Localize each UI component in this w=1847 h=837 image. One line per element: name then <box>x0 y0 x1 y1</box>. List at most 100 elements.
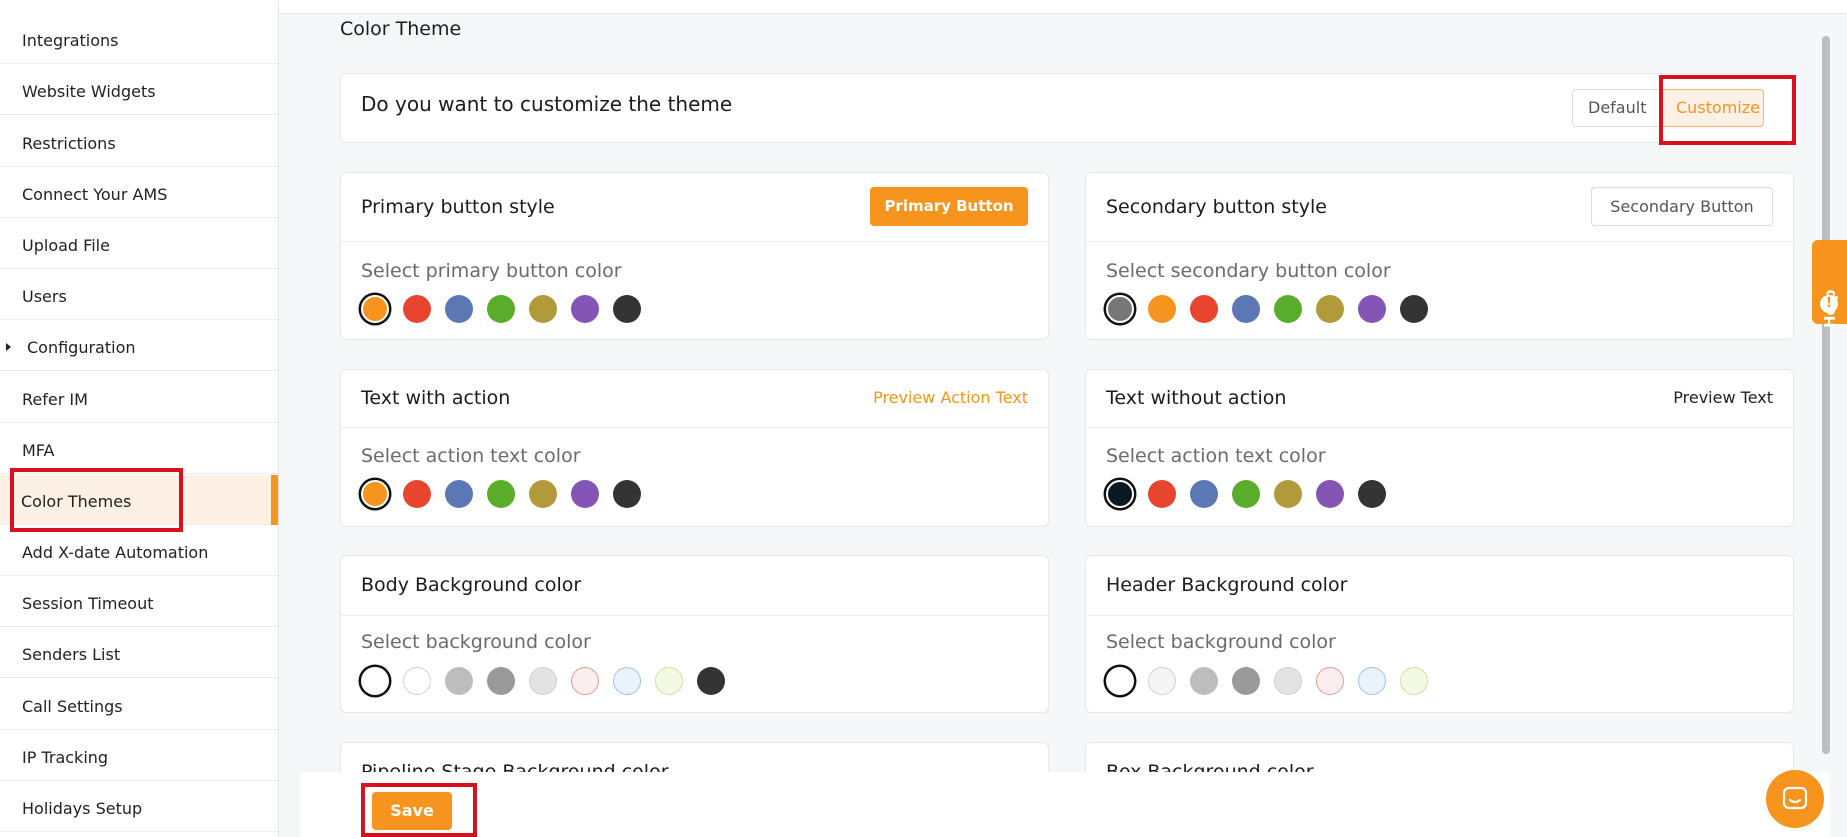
card-title: Primary button style <box>361 196 555 218</box>
primary-button-card: Primary button style Primary Button Sele… <box>340 172 1049 340</box>
color-swatch[interactable] <box>697 667 725 695</box>
sidebar-item-label: Integrations <box>22 31 119 50</box>
color-swatch[interactable] <box>571 667 599 695</box>
color-swatch[interactable] <box>445 667 473 695</box>
color-swatch[interactable] <box>1148 480 1176 508</box>
color-swatch[interactable] <box>487 295 515 323</box>
select-color-label: Select background color <box>1106 631 1336 653</box>
color-swatch[interactable] <box>1148 295 1176 323</box>
sidebar-item-restrictions[interactable]: Restrictions <box>0 117 278 167</box>
sidebar-item-label: Add X-date Automation <box>22 543 209 562</box>
active-indicator <box>271 475 278 525</box>
color-swatch[interactable] <box>1316 295 1344 323</box>
sidebar-item-mfa[interactable]: MFA <box>0 424 278 474</box>
sidebar-item-label: Refer IM <box>22 390 88 409</box>
sidebar-item-label: Restrictions <box>22 134 116 153</box>
text-without-action-card: Text without action Preview Text Select … <box>1085 369 1794 527</box>
color-swatch[interactable] <box>403 295 431 323</box>
color-swatch[interactable] <box>1190 295 1218 323</box>
select-color-label: Select primary button color <box>361 260 622 282</box>
sidebar-item-label: Senders List <box>22 645 121 664</box>
header-background-card: Header Background color Select backgroun… <box>1085 555 1794 713</box>
sidebar-item-refer-im[interactable]: Refer IM <box>0 373 278 423</box>
color-swatch[interactable] <box>1232 295 1260 323</box>
sidebar-item-configuration[interactable]: Configuration <box>0 321 278 371</box>
card-header: Primary button style Primary Button <box>341 173 1048 242</box>
color-swatch[interactable] <box>1190 667 1218 695</box>
color-swatch[interactable] <box>1232 667 1260 695</box>
color-swatch[interactable] <box>1274 480 1302 508</box>
color-swatch[interactable] <box>1190 480 1218 508</box>
color-swatch[interactable] <box>1274 295 1302 323</box>
card-header: Secondary button style Secondary Button <box>1086 173 1793 242</box>
color-swatch[interactable] <box>613 480 641 508</box>
color-swatch[interactable] <box>487 667 515 695</box>
preview-text: Preview Text <box>1673 388 1773 407</box>
preview-action-text[interactable]: Preview Action Text <box>873 388 1028 407</box>
sidebar-item-label: Upload File <box>22 236 110 255</box>
sidebar-item-label: IP Tracking <box>22 748 109 767</box>
card-title: Header Background color <box>1106 574 1348 596</box>
color-swatch[interactable] <box>445 480 473 508</box>
color-swatch[interactable] <box>1274 667 1302 695</box>
sidebar-item-call-settings[interactable]: Call Settings <box>0 680 278 730</box>
color-swatch[interactable] <box>655 667 683 695</box>
customize-theme-card: Do you want to customize the theme Defau… <box>340 73 1793 143</box>
default-theme-button[interactable]: Default <box>1572 89 1660 127</box>
sidebar-item-label: MFA <box>22 441 55 460</box>
help-label: Help <box>1821 244 1839 328</box>
sidebar-item-connect-ams[interactable]: Connect Your AMS <box>0 168 278 218</box>
color-swatch[interactable] <box>361 667 389 695</box>
sidebar-item-upload-file[interactable]: Upload File <box>0 219 278 269</box>
sidebar-item-holidays-setup[interactable]: Holidays Setup <box>0 782 278 832</box>
sidebar-item-senders-list[interactable]: Senders List <box>0 628 278 678</box>
color-swatch[interactable] <box>1400 667 1428 695</box>
color-swatch[interactable] <box>487 480 515 508</box>
card-title: Text without action <box>1106 387 1287 409</box>
color-swatch[interactable] <box>613 667 641 695</box>
select-color-label: Select secondary button color <box>1106 260 1391 282</box>
color-swatch[interactable] <box>1106 295 1134 323</box>
color-swatch[interactable] <box>361 295 389 323</box>
sidebar-item-x-date-automation[interactable]: Add X-date Automation <box>0 526 278 576</box>
scrollbar[interactable] <box>1822 36 1830 754</box>
chat-launcher[interactable] <box>1766 770 1824 828</box>
color-swatch[interactable] <box>529 480 557 508</box>
help-tab[interactable]: Help ! <box>1812 240 1847 328</box>
color-swatch[interactable] <box>529 667 557 695</box>
color-swatch[interactable] <box>571 295 599 323</box>
sidebar-item-integrations[interactable]: Integrations <box>0 14 278 64</box>
color-swatch[interactable] <box>1358 667 1386 695</box>
secondary-button-preview[interactable]: Secondary Button <box>1591 187 1773 226</box>
sidebar-item-label: Call Settings <box>22 697 123 716</box>
customize-question: Do you want to customize the theme <box>361 92 733 116</box>
color-swatch[interactable] <box>445 295 473 323</box>
card-title: Text with action <box>361 387 511 409</box>
color-swatch[interactable] <box>1148 667 1176 695</box>
color-swatch[interactable] <box>529 295 557 323</box>
color-swatch[interactable] <box>1358 480 1386 508</box>
color-swatch[interactable] <box>361 480 389 508</box>
color-swatch[interactable] <box>613 295 641 323</box>
color-swatch[interactable] <box>403 480 431 508</box>
color-swatch[interactable] <box>1358 295 1386 323</box>
settings-sidebar: Integrations Website Widgets Restriction… <box>0 0 279 837</box>
color-swatch[interactable] <box>1316 667 1344 695</box>
color-swatch[interactable] <box>1106 480 1134 508</box>
color-swatch[interactable] <box>1316 480 1344 508</box>
sidebar-item-label: Website Widgets <box>22 82 156 101</box>
color-swatch[interactable] <box>1400 295 1428 323</box>
body-background-card: Body Background color Select background … <box>340 555 1049 713</box>
sidebar-item-session-timeout[interactable]: Session Timeout <box>0 577 278 627</box>
color-swatch[interactable] <box>1232 480 1260 508</box>
sidebar-item-users[interactable]: Users <box>0 270 278 320</box>
save-bar <box>300 772 1830 837</box>
card-header: Text with action Preview Action Text <box>341 370 1048 428</box>
color-swatch[interactable] <box>403 667 431 695</box>
color-swatch[interactable] <box>1106 667 1134 695</box>
primary-button-preview[interactable]: Primary Button <box>870 187 1028 226</box>
card-header: Text without action Preview Text <box>1086 370 1793 428</box>
color-swatch[interactable] <box>571 480 599 508</box>
sidebar-item-website-widgets[interactable]: Website Widgets <box>0 65 278 115</box>
sidebar-item-ip-tracking[interactable]: IP Tracking <box>0 731 278 781</box>
